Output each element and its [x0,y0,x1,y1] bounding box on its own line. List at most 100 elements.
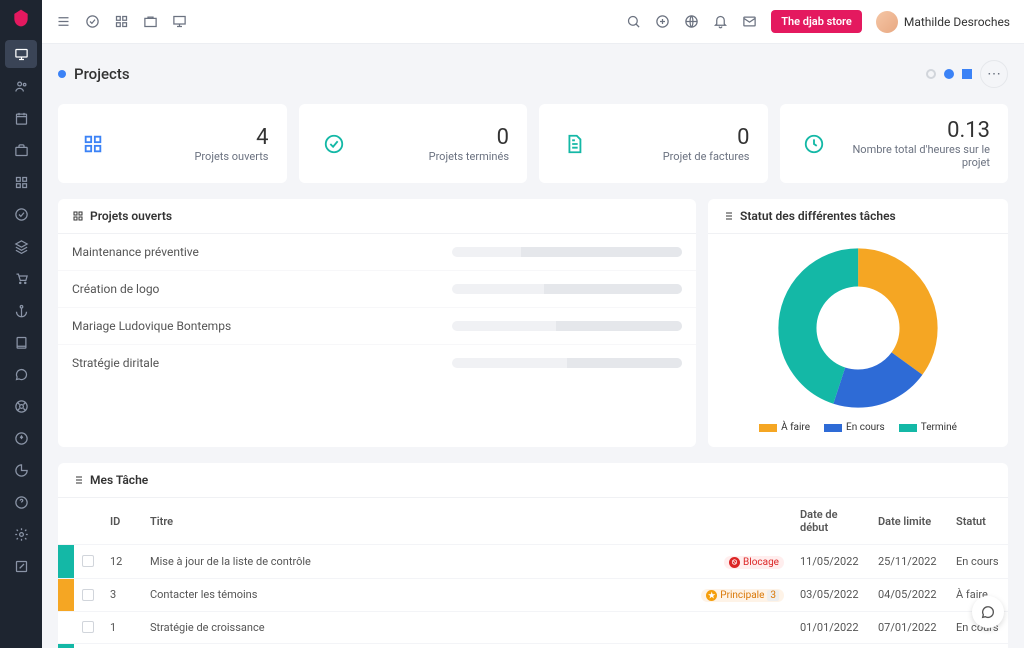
menu-icon[interactable] [56,14,71,29]
nav-calendar[interactable] [5,104,37,132]
nav-grid[interactable] [5,168,37,196]
th-titre[interactable]: Titre [142,498,682,545]
stat-label: Projets ouverts [194,150,268,163]
nav-lifebuoy[interactable] [5,392,37,420]
stat-card: 0Projets terminés [299,104,528,183]
stat-icon [798,127,830,161]
project-name: Création de logo [72,282,159,296]
task-start-date: 11/05/2022 [792,545,870,579]
monitor-icon[interactable] [172,14,187,29]
task-row[interactable]: 1 Stratégie de croissance 01/01/2022 07/… [58,611,1008,643]
stat-card: 0.13Nombre total d'heures sur le projet [780,104,1009,183]
user-name: Mathilde Desroches [904,15,1010,29]
status-dot-icon [58,70,66,78]
check-icon[interactable] [85,14,100,29]
task-start-date: 01/01/2022 [792,611,870,643]
search-icon[interactable] [626,14,641,29]
task-badge: ★Principale 3 [701,589,784,602]
task-id: 3 [102,578,142,611]
nav-settings[interactable] [5,520,37,548]
open-project-item[interactable]: Stratégie diritale [58,344,696,381]
stat-card: 0Projet de factures [539,104,768,183]
task-checkbox[interactable] [82,555,94,567]
th-id[interactable]: ID [102,498,142,545]
stat-label: Nombre total d'heures sur le projet [830,143,990,169]
task-status-title: Statut des différentes tâches [740,209,896,223]
briefcase-icon[interactable] [143,14,158,29]
stat-card: 4Projets ouverts [58,104,287,183]
open-project-item[interactable]: Création de logo [58,270,696,307]
task-title: Contacter les témoins [142,578,682,611]
nav-export[interactable] [5,424,37,452]
plus-icon[interactable] [655,14,670,29]
list-icon [722,210,734,222]
view-option-3[interactable] [962,69,972,79]
task-id: 12 [102,545,142,579]
nav-check[interactable] [5,200,37,228]
task-row[interactable]: 3 Contacter les témoins ★Principale 3 03… [58,578,1008,611]
task-start-date: 26/04/2022 [792,643,870,648]
task-due-date: - [870,643,948,648]
task-status: En cours [948,545,1008,579]
stat-value: 0 [429,125,509,150]
sidebar [0,0,42,648]
task-id: 1 [102,611,142,643]
nav-chat[interactable] [5,360,37,388]
user-menu[interactable]: Mathilde Desroches [876,11,1010,33]
chat-fab[interactable] [972,596,1004,628]
nav-layers[interactable] [5,232,37,260]
globe-icon[interactable] [684,14,699,29]
nav-book[interactable] [5,328,37,356]
nav-briefcase[interactable] [5,136,37,164]
progress-bar [452,321,682,331]
stat-icon [317,127,351,161]
nav-pie[interactable] [5,456,37,484]
task-due-date: 04/05/2022 [870,578,948,611]
nav-edit[interactable] [5,552,37,580]
task-start-date: 03/05/2022 [792,578,870,611]
stat-icon [557,127,591,161]
task-row[interactable]: 12 Mise à jour de la liste de contrôle ⦸… [58,545,1008,579]
project-name: Maintenance préventive [72,245,199,259]
nav-dashboard[interactable] [5,40,37,68]
nav-help[interactable] [5,488,37,516]
nav-cart[interactable] [5,264,37,292]
progress-bar [452,284,682,294]
nav-anchor[interactable] [5,296,37,324]
task-title: Mise à jour de la liste de contrôle [142,545,682,579]
task-row[interactable]: 4 Acheter le bouquet ⦸Blocage 2▽ 26/04/2… [58,643,1008,648]
nav-people[interactable] [5,72,37,100]
open-project-item[interactable]: Mariage Ludovique Bontemps [58,307,696,344]
th-limite[interactable]: Date limite [870,498,948,545]
more-options-button[interactable]: ⋯ [980,60,1008,88]
task-checkbox[interactable] [82,621,94,633]
stat-label: Projet de factures [663,150,750,163]
bell-icon[interactable] [713,14,728,29]
donut-chart [778,248,938,408]
legend-item: En cours [824,422,885,433]
open-project-item[interactable]: Maintenance préventive [58,234,696,270]
stat-label: Projets terminés [429,150,509,163]
avatar [876,11,898,33]
progress-bar [452,358,682,368]
mail-icon[interactable] [742,14,757,29]
stat-icon [76,127,110,161]
th-debut[interactable]: Date de début [792,498,870,545]
task-status: En cours [948,643,1008,648]
task-checkbox[interactable] [82,589,94,601]
task-due-date: 07/01/2022 [870,611,948,643]
progress-bar [452,247,682,257]
th-statut[interactable]: Statut [948,498,1008,545]
logo-icon [11,8,31,28]
tasks-panel: Mes Tâche ID Titre Date de début Date li… [58,463,1008,648]
view-option-2[interactable] [944,69,954,79]
view-option-1[interactable] [926,69,936,79]
open-projects-panel: Projets ouverts Maintenance préventive C… [58,199,696,447]
apps-icon[interactable] [114,14,129,29]
stat-value: 0.13 [830,118,990,143]
store-button[interactable]: The djab store [771,10,862,33]
grid-icon [72,210,84,222]
legend-item: Terminé [899,422,957,433]
list-icon [72,474,84,486]
task-badge: ⦸Blocage [724,556,784,569]
